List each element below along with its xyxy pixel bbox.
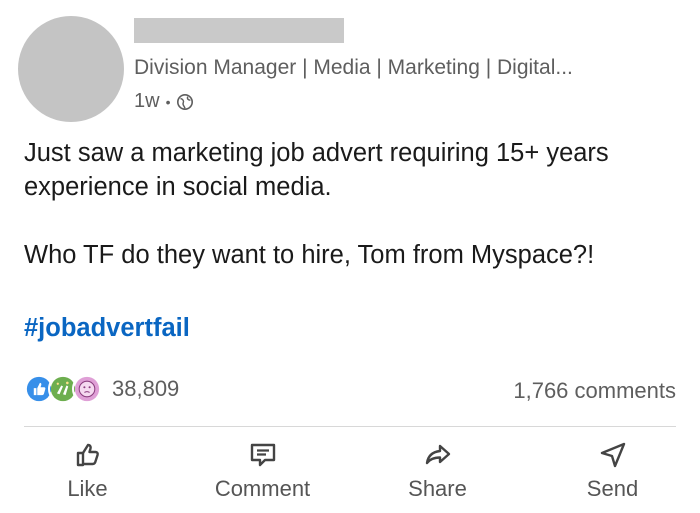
- share-label: Share: [408, 476, 467, 501]
- comments-count-link[interactable]: 1,766 comments: [513, 378, 676, 404]
- send-label: Send: [586, 476, 639, 501]
- hashtag-link[interactable]: #jobadvertfail: [24, 314, 190, 343]
- author-headline: Division Manager | Media | Marketing | D…: [134, 56, 573, 79]
- thumbs-up-icon: [76, 443, 99, 467]
- post-time: 1w: [134, 90, 160, 112]
- post-paragraph: Just saw a marketing job advert requirin…: [24, 139, 609, 201]
- send-icon: [600, 442, 625, 468]
- divider: [24, 426, 676, 427]
- curious-icon: [72, 374, 102, 404]
- avatar[interactable]: [18, 16, 124, 122]
- comment-label: Comment: [214, 476, 311, 501]
- globe-icon: [177, 93, 194, 110]
- comment-button[interactable]: Comment: [188, 440, 338, 502]
- post-paragraph: Who TF do they want to hire, Tom from My…: [24, 241, 595, 269]
- share-button[interactable]: Share: [363, 440, 513, 502]
- send-button[interactable]: Send: [538, 440, 688, 502]
- meta-separator: •: [165, 93, 171, 110]
- post-body: Just saw a marketing job advert requirin…: [24, 136, 674, 272]
- share-arrow-icon: [425, 444, 450, 465]
- author-name-redacted[interactable]: [134, 18, 344, 43]
- action-bar: Like Comment Share Send: [0, 440, 700, 502]
- comment-icon: [250, 443, 275, 467]
- like-label: Like: [67, 476, 108, 501]
- like-button[interactable]: Like: [13, 440, 163, 502]
- reaction-count: 38,809: [112, 376, 180, 401]
- reactions-summary[interactable]: 38,809: [24, 374, 179, 404]
- post-meta: 1w •: [134, 90, 194, 113]
